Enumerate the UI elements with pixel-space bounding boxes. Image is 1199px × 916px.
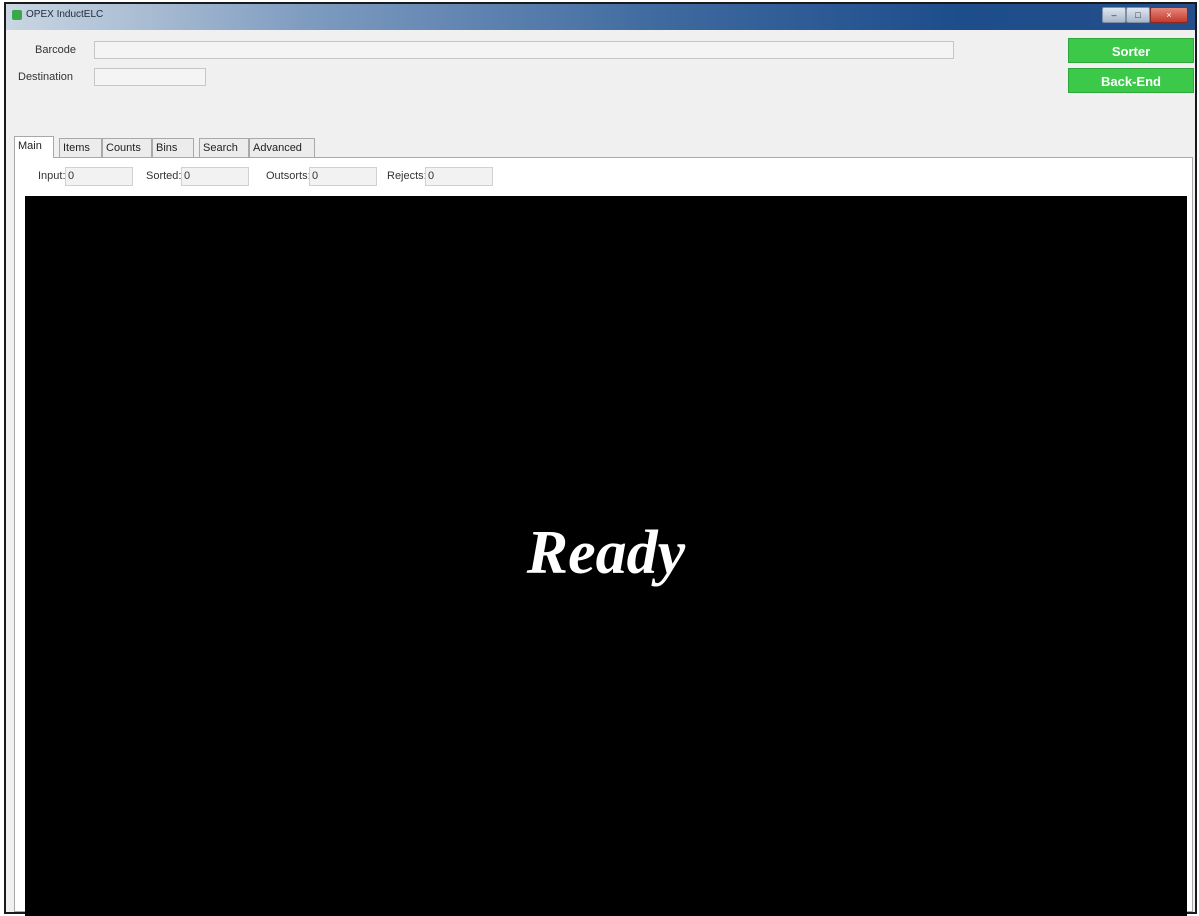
maximize-button[interactable]: □ [1126,7,1150,23]
tab-main[interactable]: Main [14,136,54,158]
app-icon [12,10,22,20]
outsorts-count-value: 0 [309,167,377,186]
barcode-field[interactable] [94,41,954,59]
main-tab-panel: Input: 0 Sorted: 0 Outsorts: 0 Rejects: … [14,157,1193,916]
tab-search[interactable]: Search [199,138,249,157]
destination-field[interactable] [94,68,206,86]
input-count-label: Input: [38,170,66,182]
minimize-button[interactable]: – [1102,7,1126,23]
barcode-label: Barcode [35,44,76,56]
status-text: Ready [526,519,686,587]
tab-items[interactable]: Items [59,138,102,157]
back-end-button[interactable]: Back-End [1068,68,1194,93]
destination-label: Destination [18,71,74,83]
tab-advanced[interactable]: Advanced [249,138,315,157]
status-display: Ready [25,196,1187,916]
outsorts-count-label: Outsorts: [266,170,311,182]
sorted-count-value: 0 [181,167,249,186]
window-title: OPEX InductELC [26,9,104,20]
tab-bins[interactable]: Bins [152,138,194,157]
sorter-button[interactable]: Sorter [1068,38,1194,63]
input-count-value: 0 [65,167,133,186]
rejects-count-label: Rejects: [387,170,427,182]
tab-counts[interactable]: Counts [102,138,152,157]
close-button[interactable]: × [1150,7,1188,23]
sorted-count-label: Sorted: [146,170,182,182]
rejects-count-value: 0 [425,167,493,186]
title-bar[interactable]: OPEX InductELC – □ × [6,4,1195,30]
app-window: OPEX InductELC – □ × Barcode Destination… [4,2,1197,916]
